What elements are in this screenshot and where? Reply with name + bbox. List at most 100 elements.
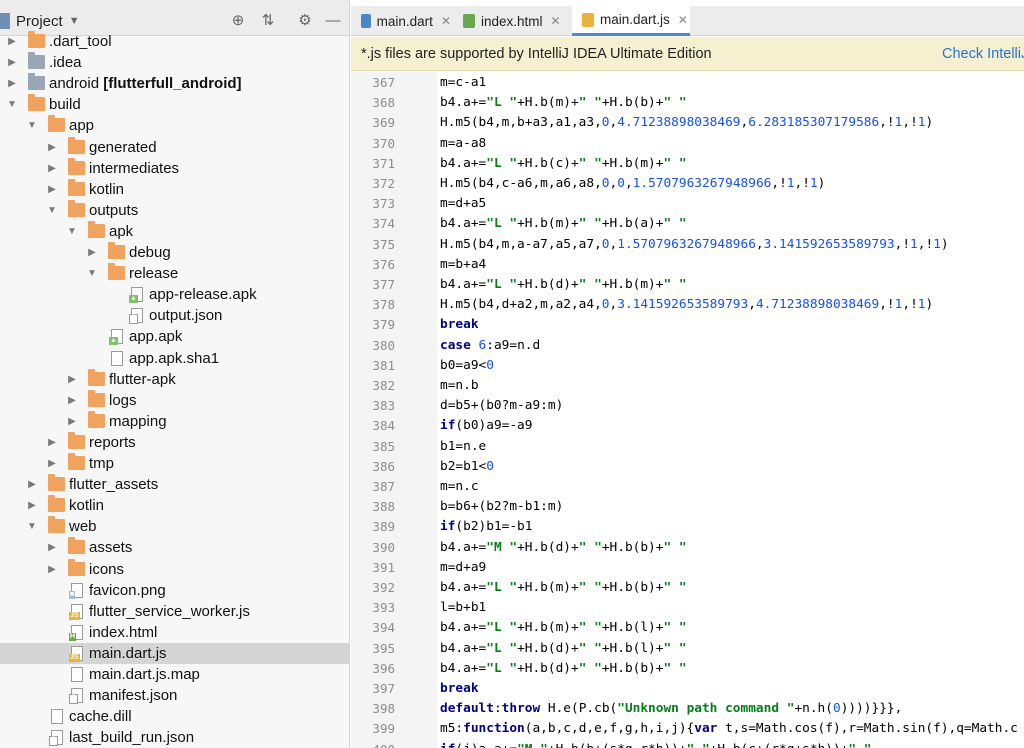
chevron-right-icon[interactable]: ▶	[26, 474, 38, 495]
tree-row-label: tmp	[89, 455, 115, 472]
tree-row[interactable]: main.dart.js.map	[0, 664, 349, 685]
tree-row-label: cache.dill	[69, 708, 132, 726]
folder-icon	[68, 537, 85, 555]
tree-row-label: manifest.json	[89, 687, 178, 705]
tree-row[interactable]: {} last_build_run.json	[0, 727, 349, 748]
code-line: b4.a+="L "+H.b(d)+" "+H.b(l)+" "	[440, 640, 687, 656]
tree-row[interactable]: ▼ apk	[0, 220, 349, 242]
tree-row[interactable]: ▲ app-release.apk	[0, 284, 349, 305]
dart-icon	[361, 14, 371, 28]
collapse-all-icon[interactable]: ⇅	[259, 12, 277, 30]
tree-row[interactable]: ■ favicon.png	[0, 580, 349, 601]
chevron-right-icon[interactable]: ▶	[66, 411, 78, 432]
chevron-right-icon[interactable]: ▶	[46, 453, 58, 474]
chevron-right-icon[interactable]: ▶	[6, 31, 18, 52]
editor-tab[interactable]: main.dart ✕	[351, 6, 451, 36]
tree-row[interactable]: ▶ icons	[0, 558, 349, 580]
editor-tab[interactable]: main.dart.js ✕	[572, 6, 690, 36]
project-view-selector[interactable]: Project ▼	[0, 11, 80, 31]
tree-row[interactable]: Hindex.html	[0, 622, 349, 643]
tree-row-label: build	[49, 96, 81, 114]
code-line: b0=a9<0	[440, 357, 494, 373]
tree-row[interactable]: ▲ app.apk	[0, 326, 349, 347]
tree-row-label: logs	[109, 391, 137, 409]
code-line: b4.a+="L "+H.b(m)+" "+H.b(b)+" "	[440, 580, 687, 595]
chevron-right-icon[interactable]: ▶	[46, 137, 58, 158]
line-number: 399	[372, 721, 395, 737]
tree-row[interactable]: ▶ .dart_tool	[0, 31, 349, 52]
tree-row[interactable]: ▶ mapping	[0, 410, 349, 432]
chevron-down-icon[interactable]: ▼	[26, 115, 38, 136]
code-line: b4.a+="L "+H.b(m)+" "+H.b(b)+" "	[440, 95, 687, 111]
tree-row-label: generated	[89, 138, 157, 156]
folder-icon	[48, 474, 65, 492]
close-icon[interactable]: ✕	[678, 13, 688, 27]
tree-row[interactable]: ▼ outputs	[0, 199, 349, 221]
chevron-down-icon[interactable]: ▼	[26, 516, 38, 537]
chevron-down-icon[interactable]: ▼	[66, 221, 78, 242]
check-intellij-link[interactable]: Check IntelliJ	[942, 37, 1024, 71]
code-line: m=c-a1	[440, 75, 487, 90]
chevron-right-icon[interactable]: ▶	[46, 537, 58, 558]
tree-row[interactable]: ▼ release	[0, 263, 349, 284]
tree-row[interactable]: ▼ web	[0, 516, 349, 537]
chevron-right-icon[interactable]: ▶	[46, 432, 58, 453]
code-line: m=n.c	[440, 479, 479, 494]
tree-row[interactable]: ▶ debug	[0, 242, 349, 263]
chevron-right-icon[interactable]: ▶	[6, 73, 18, 94]
chevron-right-icon[interactable]: ▶	[86, 242, 98, 263]
code-line: b=b6+(b2?m-b1:m)	[440, 499, 564, 515]
chevron-right-icon[interactable]: ▶	[46, 179, 58, 200]
chevron-right-icon[interactable]: ▶	[46, 158, 58, 179]
tree-row-label: mapping	[109, 412, 167, 430]
tree-row-label: app.apk	[129, 328, 183, 346]
tree-row[interactable]: ▶ assets	[0, 537, 349, 558]
tree-row[interactable]: ▶ reports	[0, 431, 349, 453]
minimize-icon[interactable]: —	[324, 12, 342, 30]
editor-tab[interactable]: index.html ✕	[453, 6, 570, 36]
tree-row[interactable]: app.apk.sha1	[0, 348, 349, 369]
tree-row[interactable]: ▶ .idea	[0, 52, 349, 73]
code-line: m=d+a5	[440, 196, 487, 212]
tree-row[interactable]: ▶ intermediates	[0, 157, 349, 179]
chevron-right-icon[interactable]: ▶	[66, 369, 78, 390]
tree-row[interactable]: ▶ kotlin	[0, 178, 349, 200]
tree-row[interactable]: ▶ tmp	[0, 453, 349, 474]
tree-row[interactable]: ▶ flutter_assets	[0, 474, 349, 495]
tree-row-label: index.html	[89, 623, 158, 641]
close-icon[interactable]: ✕	[551, 14, 561, 28]
line-number: 392	[372, 580, 395, 595]
chevron-right-icon[interactable]: ▶	[6, 52, 18, 73]
chevron-down-icon[interactable]: ▼	[46, 200, 58, 221]
code-view[interactable]: m=c-a1 b4.a+="L "+H.b(m)+" "+H.b(b)+" " H.…	[437, 72, 1024, 748]
close-icon[interactable]: ✕	[441, 14, 451, 28]
tree-row-label: reports	[89, 433, 136, 451]
chevron-down-icon[interactable]: ▼	[6, 94, 18, 115]
tree-row-label: intermediates	[89, 159, 180, 177]
tree-row[interactable]: JS main.dart.js	[0, 642, 349, 664]
tree-row-label: main.dart.js	[89, 644, 167, 662]
folder-icon	[88, 389, 105, 407]
tree-row[interactable]: ▶ android [flutterfull_android]	[0, 73, 349, 94]
tree-row[interactable]: JS flutter_service_worker.js	[0, 601, 349, 622]
chevron-right-icon[interactable]: ▶	[66, 390, 78, 411]
tree-row[interactable]: ▶ logs	[0, 389, 349, 411]
tree-row[interactable]: ▶ flutter-apk	[0, 368, 349, 390]
chevron-down-icon[interactable]: ▼	[86, 263, 98, 284]
chevron-right-icon[interactable]: ▶	[26, 495, 38, 516]
tree-row[interactable]: ▶ kotlin	[0, 495, 349, 516]
code-line: b4.a+="L "+H.b(c)+" "+H.b(m)+" "	[440, 155, 687, 171]
tree-row[interactable]: {} output.json	[0, 305, 349, 326]
locate-target-icon[interactable]: ⊕	[229, 12, 247, 30]
tree-row[interactable]: ▼ build	[0, 94, 349, 115]
tree-row[interactable]: {} manifest.json	[0, 685, 349, 706]
chevron-right-icon[interactable]: ▶	[46, 559, 58, 580]
tree-row[interactable]: ▼ app	[0, 115, 349, 136]
tree-row[interactable]: ▶ generated	[0, 136, 349, 158]
gear-icon[interactable]: ⚙	[296, 12, 314, 30]
tree-row[interactable]: cache.dill	[0, 706, 349, 727]
line-number: 386	[372, 458, 395, 474]
line-number: 373	[372, 196, 395, 212]
json-file-icon: {}	[129, 308, 143, 325]
line-number: 400	[351, 740, 395, 748]
